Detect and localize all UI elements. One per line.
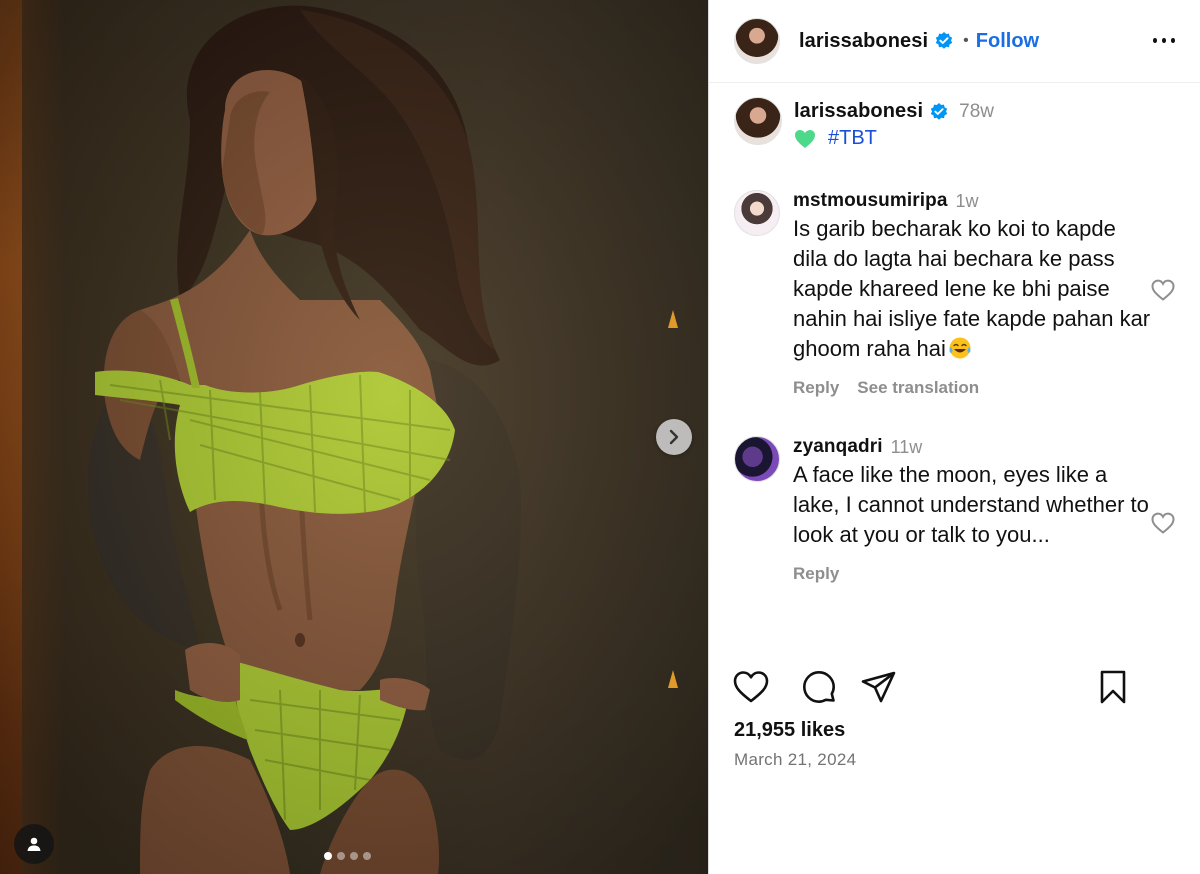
author-avatar[interactable] <box>734 18 780 64</box>
verified-badge-icon <box>930 102 948 120</box>
caption-username[interactable]: larissabonesi <box>794 100 923 123</box>
caption-timestamp[interactable]: 78w <box>959 101 994 123</box>
comment-timestamp[interactable]: 1w <box>956 191 979 212</box>
comment-item: mstmousumiripa 1w Is garib becharak ko k… <box>734 190 1176 398</box>
caption-avatar[interactable] <box>734 97 782 145</box>
post-caption: larissabonesi 78w #TBT <box>734 97 994 150</box>
next-slide-button[interactable] <box>656 419 692 455</box>
hashtag-link[interactable]: #TBT <box>828 127 877 150</box>
carousel-dot <box>350 852 358 860</box>
commenter-avatar[interactable] <box>734 190 780 236</box>
vignette <box>0 0 708 874</box>
post-actions <box>732 668 1134 708</box>
reply-button[interactable]: Reply <box>793 564 839 584</box>
comment-like-icon[interactable] <box>1150 511 1176 535</box>
comment-bubble-icon[interactable] <box>800 668 838 706</box>
user-tag-icon <box>27 837 41 851</box>
more-options-button[interactable] <box>1150 26 1178 54</box>
paper-plane-icon[interactable] <box>860 668 898 706</box>
post-header: larissabonesi • Follow <box>709 0 1200 83</box>
face-with-tears-of-joy-icon <box>949 337 971 359</box>
post-side-panel: larissabonesi • Follow larissabonesi 78w… <box>708 0 1200 874</box>
commenter-username[interactable]: zyanqadri <box>793 436 883 458</box>
carousel-dot <box>337 852 345 860</box>
separator-dot: • <box>963 32 969 49</box>
follow-button[interactable]: Follow <box>976 30 1039 53</box>
post-media[interactable] <box>0 0 708 874</box>
chevron-right-icon <box>669 429 679 445</box>
like-count[interactable]: 21,955 likes <box>734 719 845 742</box>
comment-item: zyanqadri 11w A face like the moon, eyes… <box>734 436 1176 584</box>
commenter-username[interactable]: mstmousumiripa <box>793 190 948 212</box>
see-translation-button[interactable]: See translation <box>857 378 979 398</box>
post-date[interactable]: March 21, 2024 <box>734 750 856 770</box>
comment-like-icon[interactable] <box>1150 278 1176 302</box>
more-horizontal-icon <box>1152 37 1157 43</box>
commenter-avatar[interactable] <box>734 436 780 482</box>
film-marker-icon <box>668 310 678 328</box>
carousel-indicator <box>324 852 371 860</box>
comment-text: A face like the moon, eyes like a lake, … <box>793 462 1149 547</box>
carousel-dot <box>363 852 371 860</box>
comment-timestamp[interactable]: 11w <box>891 437 923 458</box>
post-dialog: larissabonesi • Follow larissabonesi 78w… <box>0 0 1200 874</box>
film-marker-icon <box>668 670 678 688</box>
tagged-users-button[interactable] <box>14 824 54 864</box>
carousel-dot-active <box>324 852 332 860</box>
bookmark-icon[interactable] <box>1094 668 1132 706</box>
reply-button[interactable]: Reply <box>793 378 839 398</box>
verified-badge-icon <box>935 32 953 49</box>
author-username[interactable]: larissabonesi <box>799 30 928 53</box>
heart-outline-icon[interactable] <box>732 668 770 706</box>
green-heart-icon <box>795 129 815 148</box>
